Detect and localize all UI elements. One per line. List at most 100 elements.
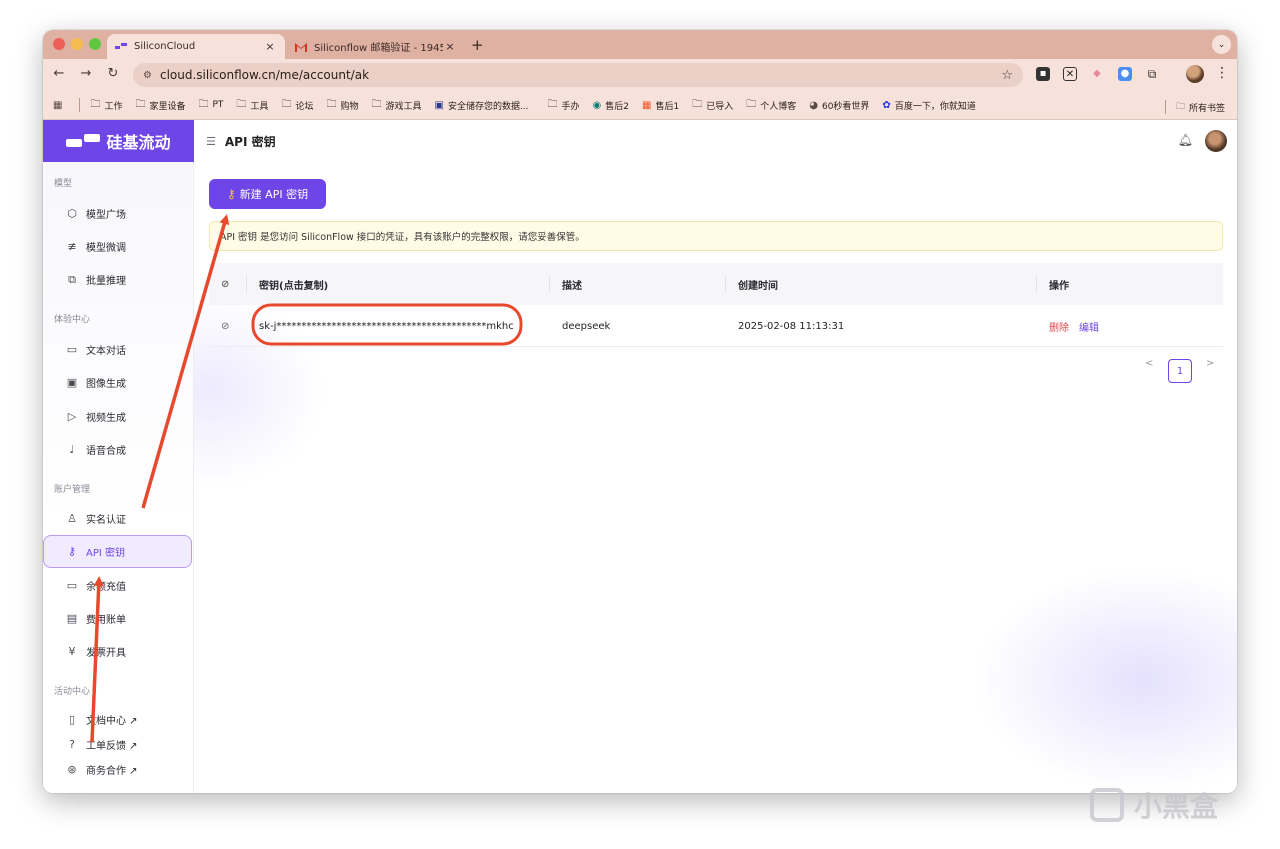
pagination-current-page[interactable]: 1 [1168,359,1192,383]
table-header: ⊘ 密钥(点击复制) 描述 创建时间 操作 [209,263,1223,305]
bookmark-link[interactable]: ◕ 60秒看世界 [809,99,869,112]
column-header-created: 创建时间 [738,280,778,292]
sidebar-item-text-chat[interactable]: ▭ 文本对话 [44,333,192,366]
bell-icon[interactable]: 🔔︎ [1178,133,1193,147]
all-bookmarks[interactable]: 🗀 所有书签 [1164,99,1225,115]
api-key-value[interactable]: sk-j************************************… [259,305,514,347]
bookmark-link[interactable]: ▦ 售后1 [642,99,679,112]
api-key-table: ⊘ 密钥(点击复制) 描述 创建时间 操作 ⊘ sk-j************… [209,263,1223,347]
top-bar: ☰ API 密钥 [194,120,1237,162]
chat-bubble-icon: ▭ [66,343,78,356]
minimize-window-button[interactable] [71,38,83,50]
bookmark-folder[interactable]: 🗀 已导入 [692,97,733,114]
forward-icon[interactable]: → [77,66,95,81]
section-title: 账户管理 [54,485,91,495]
new-api-key-button[interactable]: ⚷ 新建 API 密钥 [209,179,326,209]
sidebar-item-docs[interactable]: ▯ 文档中心 ↗ [44,707,192,731]
layers-icon: ⧉ [68,272,76,286]
bookmark-folder[interactable]: 🗀 论坛 [281,97,313,114]
folder-icon: 🗀 [1175,102,1185,112]
row-visibility-icon[interactable]: ⊘ [221,305,229,347]
key-icon: ⚷ [67,545,77,558]
column-header-actions: 操作 [1049,280,1069,292]
close-tab-icon[interactable]: × [443,40,457,53]
sidebar-item-tickets[interactable]: ? 工单反馈 ↗ [44,732,192,756]
apps-grid-icon[interactable]: ▦ [53,100,66,111]
bookmark-folder[interactable]: 🗀 PT [198,97,223,114]
collapse-menu-icon[interactable]: ☰ [206,135,216,148]
pagination-prev[interactable]: < [1145,358,1153,369]
sidebar-item-image-gen[interactable]: ▣ 图像生成 [44,366,192,399]
extension-icon[interactable]: ✕ [1063,67,1077,81]
sidebar-item-business[interactable]: ⊛ 商务合作 ↗ [44,757,192,781]
delete-key-button[interactable]: 删除 [1049,319,1069,334]
address-bar[interactable]: ⚙ cloud.siliconflow.cn/me/account/ak ☆ [133,63,1023,87]
book-icon: ▯ [68,712,76,726]
baidu-paw-icon: ✿ [882,99,891,111]
browser-menu-icon[interactable]: ⋮ [1215,65,1229,81]
news-icon: ◕ [809,99,818,111]
tab-siliconcloud[interactable]: SiliconCloud × [107,34,285,59]
reload-icon[interactable]: ↻ [104,66,122,81]
bookmark-separator [1164,100,1166,114]
sidebar-item-recharge[interactable]: ▭ 余额充值 [44,569,192,602]
extension-icon[interactable]: ◆ [1090,67,1104,81]
bookmark-link[interactable]: ✿ 百度一下，你就知道 [882,99,975,112]
profile-avatar[interactable] [1186,65,1204,83]
bookmark-folder[interactable]: 🗀 家里设备 [135,97,185,114]
siliconcloud-favicon-icon [115,42,127,52]
sidebar-item-billing[interactable]: ▤ 费用账单 [44,602,192,635]
site-info-icon[interactable]: ⚙ [143,70,152,81]
cube-icon: ⬡ [67,207,77,220]
help-circle-icon: ? [69,737,75,751]
toggle-visibility-icon[interactable]: ⊘ [221,263,229,305]
app-content: 硅基流动 模型 ⬡ 模型广场 ≢ 模型微调 ⧉ 批量推理 体验中心 ▭ 文本对话 ▣ 图像… [43,120,1237,793]
watermark-logo-icon [1090,788,1124,822]
maximize-window-button[interactable] [89,38,101,50]
bookmark-folder[interactable]: 🗀 手办 [548,97,580,114]
page-title: API 密钥 [224,134,276,149]
sidebar-item-model-finetune[interactable]: ≢ 模型微调 [44,230,192,263]
edit-key-button[interactable]: 编辑 [1079,319,1099,334]
bookmark-folder[interactable]: 🗀 购物 [326,97,358,114]
bookmark-folder[interactable]: 🗀 游戏工具 [371,97,421,114]
new-tab-button[interactable]: + [471,36,484,54]
sidebar-item-video-gen[interactable]: ▷ 视频生成 [44,400,192,433]
close-tab-icon[interactable]: × [263,40,277,53]
sidebar-item-speech[interactable]: ♩ 语音合成 [44,433,192,466]
key-created-time: 2025-02-08 11:13:31 [738,320,845,332]
bookmark-star-icon[interactable]: ☆ [1001,68,1013,83]
sidebar-item-batch-inference[interactable]: ⧉ 批量推理 [44,263,192,296]
sidebar-item-model-square[interactable]: ⬡ 模型广场 [44,197,192,230]
sidebar-item-invoice[interactable]: ¥ 发票开具 [44,635,192,668]
column-divider [1036,275,1037,293]
column-divider [549,275,550,293]
bookmark-link[interactable]: ◉ 售后2 [593,99,629,112]
avatar[interactable] [1205,130,1227,152]
extension-icon[interactable]: ● [1118,67,1132,81]
bookmark-folder[interactable]: 🗀 工作 [90,97,122,114]
section-title: 体验中心 [54,315,91,325]
folder-icon: 🗀 [281,98,292,110]
pagination-next[interactable]: > [1206,358,1214,369]
tab-gmail[interactable]: Siliconflow 邮箱验证 - 194525 × [287,34,465,59]
key-description: deepseek [562,320,611,332]
sidebar-item-api-keys[interactable]: ⚷ API 密钥 [43,535,192,568]
secure-storage-icon: ▣ [434,99,444,111]
microsoft-icon: ▦ [642,99,652,111]
tab-strip: SiliconCloud × Siliconflow 邮箱验证 - 194525… [43,30,1237,59]
close-window-button[interactable] [53,38,65,50]
extensions-puzzle-icon[interactable]: ⧉ [1145,67,1159,81]
folder-icon: 🗀 [236,98,247,110]
bookmark-folder[interactable]: 🗀 工具 [236,97,268,114]
back-icon[interactable]: ← [50,66,68,81]
bookmark-folder[interactable]: 🗀 个人博客 [746,97,796,114]
tab-search-icon[interactable]: ⌄ [1212,35,1231,54]
browser-toolbar: ← → ↻ ⚙ cloud.siliconflow.cn/me/account/… [43,59,1237,91]
sidebar-item-verification[interactable]: ♙ 实名认证 [44,502,192,535]
extension-icon[interactable]: ▪ [1036,67,1050,81]
logo[interactable]: 硅基流动 [43,120,194,162]
folder-icon: 🗀 [135,98,146,110]
bookmark-link[interactable]: ▣ 安全储存您的数据... [434,99,528,112]
folder-icon: 🗀 [692,98,703,110]
